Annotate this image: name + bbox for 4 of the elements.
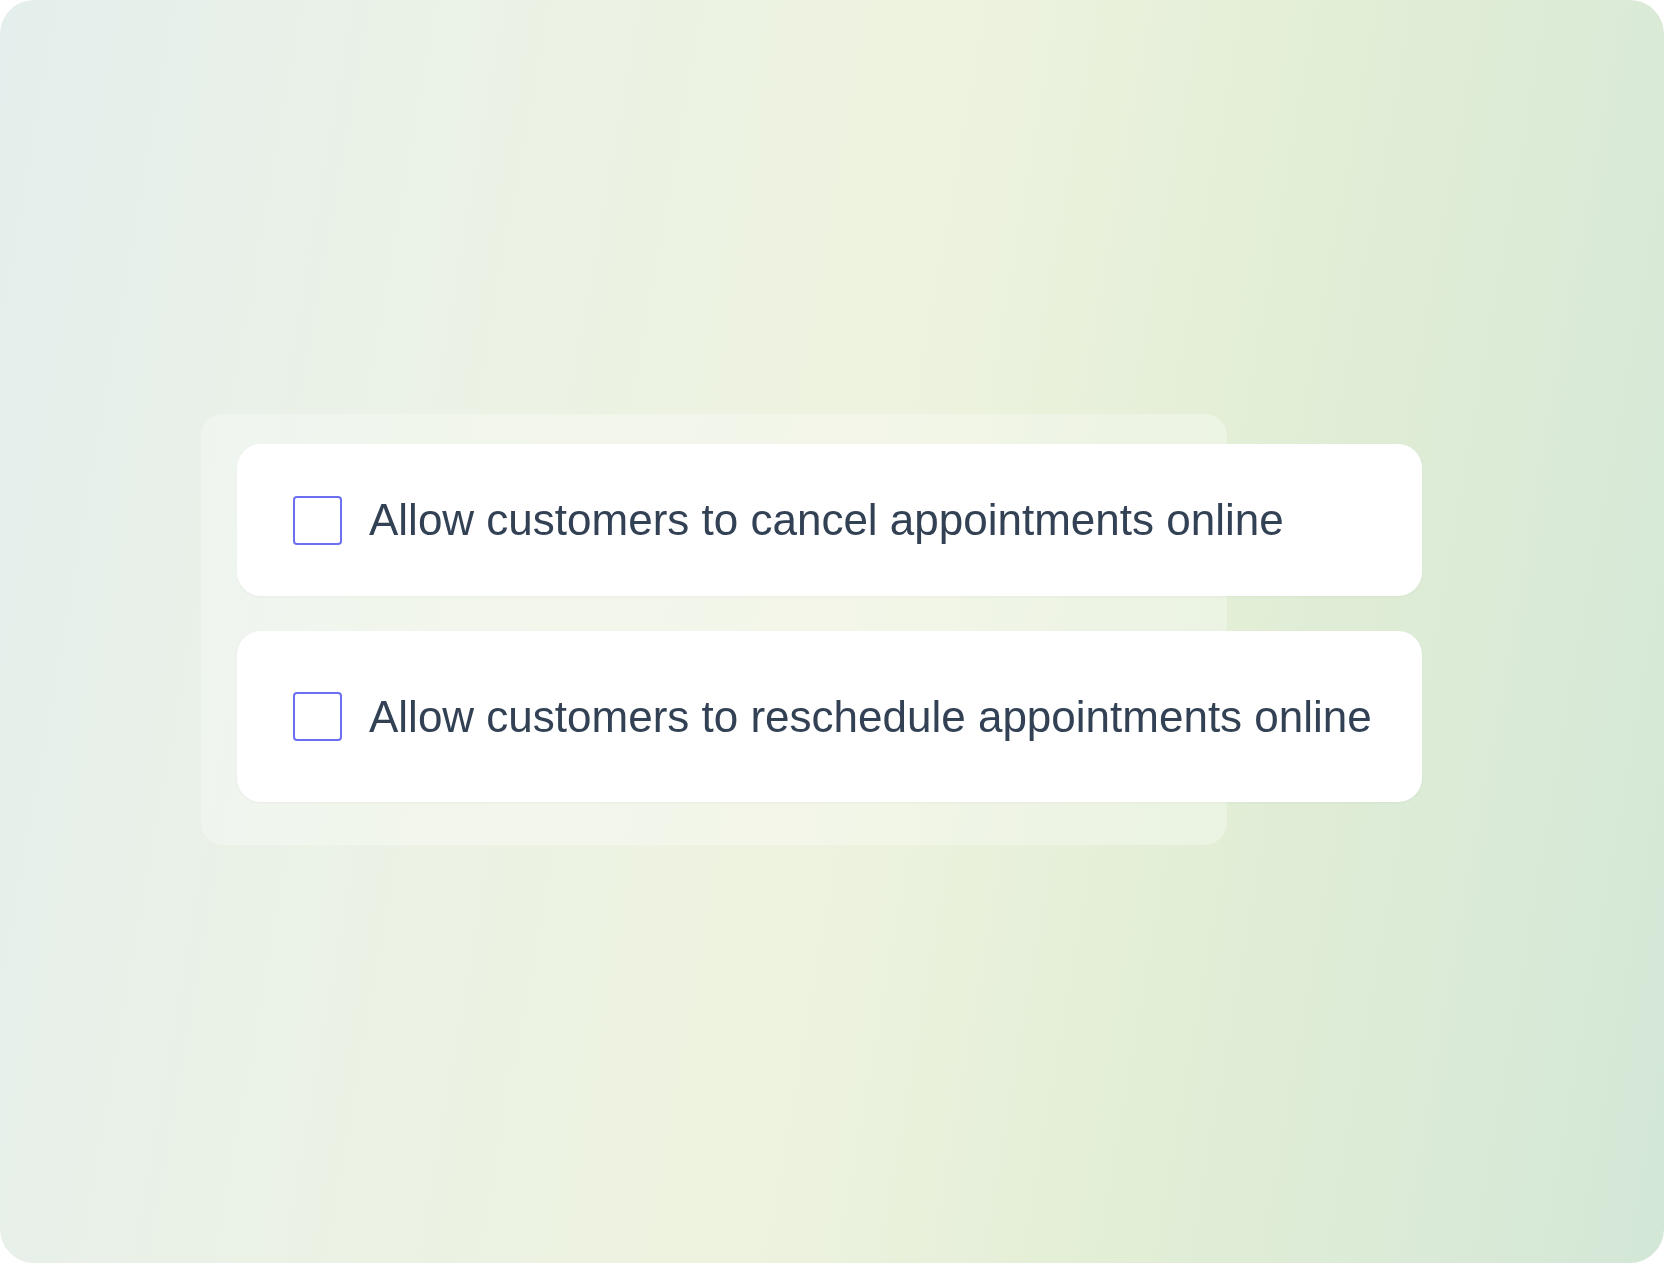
checkbox[interactable] <box>293 692 342 741</box>
checkbox[interactable] <box>293 495 342 545</box>
option-label: Allow customers to cancel appointments online <box>369 494 1284 546</box>
option-label: Allow customers to reschedule appointments online <box>369 690 1372 743</box>
